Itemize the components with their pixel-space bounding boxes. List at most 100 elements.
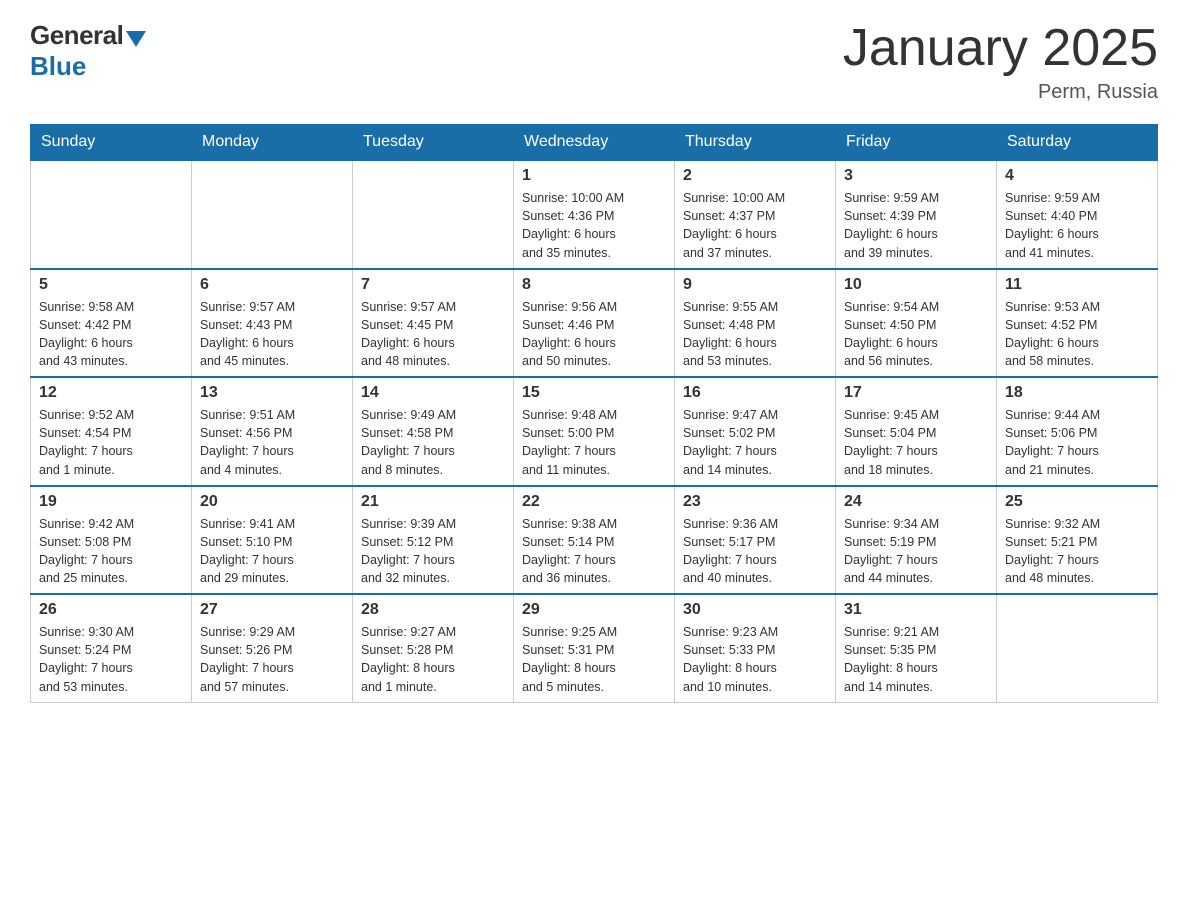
day-info: Sunrise: 9:49 AM Sunset: 4:58 PM Dayligh… — [361, 406, 505, 479]
calendar-header-friday: Friday — [836, 125, 997, 161]
calendar-week-row-5: 26 Sunrise: 9:30 AM Sunset: 5:24 PM Dayli… — [31, 594, 1158, 702]
day-number: 10 — [844, 276, 988, 294]
day-info: Sunrise: 9:52 AM Sunset: 4:54 PM Dayligh… — [39, 406, 183, 479]
day-info: Sunrise: 9:42 AM Sunset: 5:08 PM Dayligh… — [39, 515, 183, 588]
calendar-cell: 21 Sunrise: 9:39 AM Sunset: 5:12 PM Dayli… — [353, 486, 514, 595]
day-number: 9 — [683, 276, 827, 294]
calendar-cell: 24Sunrise: 9:34 AM Sunset: 5:19 PM Dayli… — [836, 486, 997, 595]
day-info: Sunrise: 9:57 AM Sunset: 4:43 PM Dayligh… — [200, 298, 344, 371]
day-number: 5 — [39, 276, 183, 294]
calendar-cell: 25 Sunrise: 9:32 AM Sunset: 5:21 PM Dayli… — [997, 486, 1158, 595]
calendar-cell: 5 Sunrise: 9:58 AM Sunset: 4:42 PM Daylig… — [31, 269, 192, 378]
day-info: Sunrise: 9:30 AM Sunset: 5:24 PM Dayligh… — [39, 623, 183, 696]
day-number: 17 — [844, 384, 988, 402]
calendar-cell: 12Sunrise: 9:52 AM Sunset: 4:54 PM Dayli… — [31, 377, 192, 486]
day-info: Sunrise: 9:56 AM Sunset: 4:46 PM Dayligh… — [522, 298, 666, 371]
day-info: Sunrise: 9:58 AM Sunset: 4:42 PM Dayligh… — [39, 298, 183, 371]
calendar-cell: 10 Sunrise: 9:54 AM Sunset: 4:50 PM Dayli… — [836, 269, 997, 378]
day-info: Sunrise: 9:27 AM Sunset: 5:28 PM Dayligh… — [361, 623, 505, 696]
day-info: Sunrise: 9:25 AM Sunset: 5:31 PM Dayligh… — [522, 623, 666, 696]
calendar-cell: 18Sunrise: 9:44 AM Sunset: 5:06 PM Dayli… — [997, 377, 1158, 486]
page-header: General Blue January 2025 Perm, Russia — [30, 20, 1158, 104]
day-number: 7 — [361, 276, 505, 294]
calendar-cell — [997, 594, 1158, 702]
day-number: 27 — [200, 601, 344, 619]
day-info: Sunrise: 9:45 AM Sunset: 5:04 PM Dayligh… — [844, 406, 988, 479]
calendar-cell: 13 Sunrise: 9:51 AM Sunset: 4:56 PM Dayli… — [192, 377, 353, 486]
calendar-cell: 28Sunrise: 9:27 AM Sunset: 5:28 PM Dayli… — [353, 594, 514, 702]
day-info: Sunrise: 9:44 AM Sunset: 5:06 PM Dayligh… — [1005, 406, 1149, 479]
calendar-cell: 9 Sunrise: 9:55 AM Sunset: 4:48 PM Daylig… — [675, 269, 836, 378]
calendar-cell: 3Sunrise: 9:59 AM Sunset: 4:39 PM Daylig… — [836, 160, 997, 269]
month-title: January 2025 — [843, 20, 1158, 77]
logo: General Blue — [30, 20, 146, 82]
day-number: 30 — [683, 601, 827, 619]
day-number: 1 — [522, 167, 666, 185]
calendar-week-row-1: 1 Sunrise: 10:00 AM Sunset: 4:36 PM Dayli… — [31, 160, 1158, 269]
day-info: Sunrise: 9:48 AM Sunset: 5:00 PM Dayligh… — [522, 406, 666, 479]
calendar-cell: 1 Sunrise: 10:00 AM Sunset: 4:36 PM Dayli… — [514, 160, 675, 269]
day-number: 16 — [683, 384, 827, 402]
day-number: 20 — [200, 493, 344, 511]
calendar-table: SundayMondayTuesdayWednesdayThursdayFrid… — [30, 124, 1158, 703]
calendar-cell — [31, 160, 192, 269]
calendar-week-row-2: 5 Sunrise: 9:58 AM Sunset: 4:42 PM Daylig… — [31, 269, 1158, 378]
day-number: 31 — [844, 601, 988, 619]
calendar-header-thursday: Thursday — [675, 125, 836, 161]
day-number: 19 — [39, 493, 183, 511]
calendar-cell: 31Sunrise: 9:21 AM Sunset: 5:35 PM Dayli… — [836, 594, 997, 702]
day-number: 23 — [683, 493, 827, 511]
calendar-cell — [353, 160, 514, 269]
day-info: Sunrise: 10:00 AM Sunset: 4:36 PM Daylig… — [522, 189, 666, 262]
calendar-cell: 22 Sunrise: 9:38 AM Sunset: 5:14 PM Dayli… — [514, 486, 675, 595]
calendar-header-tuesday: Tuesday — [353, 125, 514, 161]
day-number: 8 — [522, 276, 666, 294]
day-info: Sunrise: 10:00 AM Sunset: 4:37 PM Daylig… — [683, 189, 827, 262]
calendar-cell: 2 Sunrise: 10:00 AM Sunset: 4:37 PM Dayli… — [675, 160, 836, 269]
day-info: Sunrise: 9:55 AM Sunset: 4:48 PM Dayligh… — [683, 298, 827, 371]
calendar-cell: 20 Sunrise: 9:41 AM Sunset: 5:10 PM Dayli… — [192, 486, 353, 595]
day-info: Sunrise: 9:47 AM Sunset: 5:02 PM Dayligh… — [683, 406, 827, 479]
calendar-cell: 17 Sunrise: 9:45 AM Sunset: 5:04 PM Dayli… — [836, 377, 997, 486]
day-number: 4 — [1005, 167, 1149, 185]
title-section: January 2025 Perm, Russia — [843, 20, 1158, 104]
day-number: 13 — [200, 384, 344, 402]
calendar-cell: 23Sunrise: 9:36 AM Sunset: 5:17 PM Dayli… — [675, 486, 836, 595]
location: Perm, Russia — [843, 81, 1158, 104]
day-number: 2 — [683, 167, 827, 185]
day-info: Sunrise: 9:38 AM Sunset: 5:14 PM Dayligh… — [522, 515, 666, 588]
day-number: 25 — [1005, 493, 1149, 511]
day-number: 6 — [200, 276, 344, 294]
day-info: Sunrise: 9:57 AM Sunset: 4:45 PM Dayligh… — [361, 298, 505, 371]
calendar-cell: 15 Sunrise: 9:48 AM Sunset: 5:00 PM Dayli… — [514, 377, 675, 486]
logo-arrow-icon — [126, 31, 146, 47]
calendar-header-saturday: Saturday — [997, 125, 1158, 161]
day-number: 26 — [39, 601, 183, 619]
day-info: Sunrise: 9:41 AM Sunset: 5:10 PM Dayligh… — [200, 515, 344, 588]
day-number: 15 — [522, 384, 666, 402]
calendar-cell: 7 Sunrise: 9:57 AM Sunset: 4:45 PM Daylig… — [353, 269, 514, 378]
day-info: Sunrise: 9:59 AM Sunset: 4:39 PM Dayligh… — [844, 189, 988, 262]
calendar-cell: 16 Sunrise: 9:47 AM Sunset: 5:02 PM Dayli… — [675, 377, 836, 486]
calendar-cell: 8 Sunrise: 9:56 AM Sunset: 4:46 PM Daylig… — [514, 269, 675, 378]
day-info: Sunrise: 9:59 AM Sunset: 4:40 PM Dayligh… — [1005, 189, 1149, 262]
calendar-cell: 27Sunrise: 9:29 AM Sunset: 5:26 PM Dayli… — [192, 594, 353, 702]
day-info: Sunrise: 9:54 AM Sunset: 4:50 PM Dayligh… — [844, 298, 988, 371]
calendar-cell: 6 Sunrise: 9:57 AM Sunset: 4:43 PM Daylig… — [192, 269, 353, 378]
calendar-week-row-3: 12Sunrise: 9:52 AM Sunset: 4:54 PM Dayli… — [31, 377, 1158, 486]
day-number: 21 — [361, 493, 505, 511]
calendar-cell: 14Sunrise: 9:49 AM Sunset: 4:58 PM Dayli… — [353, 377, 514, 486]
day-info: Sunrise: 9:51 AM Sunset: 4:56 PM Dayligh… — [200, 406, 344, 479]
day-info: Sunrise: 9:23 AM Sunset: 5:33 PM Dayligh… — [683, 623, 827, 696]
calendar-header-wednesday: Wednesday — [514, 125, 675, 161]
day-number: 24 — [844, 493, 988, 511]
day-number: 22 — [522, 493, 666, 511]
day-info: Sunrise: 9:53 AM Sunset: 4:52 PM Dayligh… — [1005, 298, 1149, 371]
day-info: Sunrise: 9:32 AM Sunset: 5:21 PM Dayligh… — [1005, 515, 1149, 588]
calendar-header-row: SundayMondayTuesdayWednesdayThursdayFrid… — [31, 125, 1158, 161]
day-info: Sunrise: 9:39 AM Sunset: 5:12 PM Dayligh… — [361, 515, 505, 588]
calendar-cell: 26 Sunrise: 9:30 AM Sunset: 5:24 PM Dayli… — [31, 594, 192, 702]
calendar-cell: 11Sunrise: 9:53 AM Sunset: 4:52 PM Dayli… — [997, 269, 1158, 378]
calendar-week-row-4: 19 Sunrise: 9:42 AM Sunset: 5:08 PM Dayli… — [31, 486, 1158, 595]
calendar-header-monday: Monday — [192, 125, 353, 161]
